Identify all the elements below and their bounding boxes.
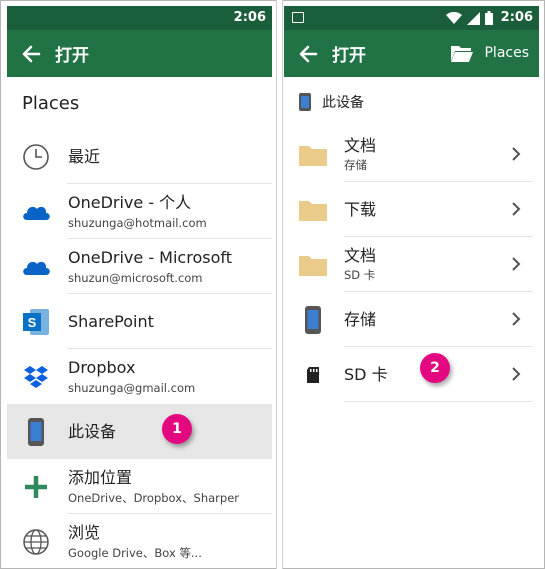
svg-text:S: S bbox=[28, 315, 37, 330]
folder-location: 存储 bbox=[344, 158, 367, 172]
battery-icon bbox=[485, 11, 493, 25]
device-heading: 此设备 bbox=[284, 77, 539, 127]
place-label: OneDrive - 个人 bbox=[68, 192, 192, 212]
place-account: shuzun@microsoft.com bbox=[68, 270, 203, 285]
phone-icon bbox=[299, 93, 311, 111]
storage-label: 存储 bbox=[344, 309, 377, 329]
folder-location: SD 卡 bbox=[344, 268, 376, 282]
app-bar: 打开 Places bbox=[284, 30, 539, 77]
panel-divider bbox=[276, 0, 283, 569]
left-screen: 2:06 打开 Places 最近 OneDrive - 个人 shuzunga… bbox=[7, 6, 272, 568]
place-item-onedrive-personal[interactable]: OneDrive - 个人 shuzunga@hotmail.com bbox=[7, 184, 272, 239]
globe-icon bbox=[21, 527, 51, 557]
place-label: 添加位置 bbox=[68, 467, 133, 487]
storage-item-sd-card[interactable]: SD 卡 2 bbox=[284, 347, 539, 402]
app-bar-title: 打开 bbox=[55, 46, 89, 66]
places-button[interactable]: Places bbox=[450, 43, 529, 63]
place-label: OneDrive - Microsoft bbox=[68, 247, 232, 267]
clock-icon bbox=[21, 142, 51, 172]
chevron-right-icon bbox=[512, 367, 521, 381]
device-heading-label: 此设备 bbox=[322, 95, 364, 111]
place-label: 最近 bbox=[68, 146, 101, 166]
place-item-onedrive-microsoft[interactable]: OneDrive - Microsoft shuzun@microsoft.co… bbox=[7, 239, 272, 294]
status-time: 2:06 bbox=[233, 10, 266, 25]
image-notification-icon bbox=[292, 12, 304, 23]
folder-item-documents-storage[interactable]: 文档 存储 bbox=[284, 127, 539, 182]
place-label: SharePoint bbox=[68, 311, 154, 331]
signal-icon bbox=[467, 11, 480, 25]
open-folder-icon bbox=[451, 46, 474, 62]
app-bar: 打开 bbox=[7, 30, 272, 77]
place-item-add-place[interactable]: 添加位置 OneDrive、Dropbox、Sharper bbox=[7, 459, 272, 514]
storage-item-internal[interactable]: 存储 bbox=[284, 292, 539, 347]
chevron-right-icon bbox=[512, 312, 521, 326]
phone-icon bbox=[21, 417, 51, 447]
folder-icon bbox=[298, 195, 328, 225]
place-label: Dropbox bbox=[68, 357, 136, 377]
place-item-dropbox[interactable]: Dropbox shuzunga@gmail.com bbox=[7, 349, 272, 404]
folder-label: 文档 bbox=[344, 246, 377, 265]
places-heading: Places bbox=[22, 93, 80, 114]
app-bar-title: 打开 bbox=[332, 46, 366, 66]
folder-label: 文档 bbox=[344, 136, 377, 155]
onedrive-icon bbox=[21, 197, 51, 227]
chevron-right-icon bbox=[512, 202, 521, 216]
place-label: 浏览 bbox=[68, 522, 101, 542]
folder-icon bbox=[298, 250, 328, 280]
place-account: shuzunga@gmail.com bbox=[68, 380, 196, 395]
place-description: Google Drive、Box 等... bbox=[68, 545, 202, 560]
place-item-sharepoint[interactable]: S SharePoint bbox=[7, 294, 272, 349]
folder-item-downloads[interactable]: 下载 bbox=[284, 182, 539, 237]
place-item-browse[interactable]: 浏览 Google Drive、Box 等... bbox=[7, 514, 272, 568]
row-divider bbox=[344, 401, 533, 402]
back-arrow-icon[interactable] bbox=[21, 44, 41, 64]
dropbox-icon bbox=[21, 362, 51, 392]
back-arrow-icon[interactable] bbox=[298, 44, 318, 64]
sd-card-icon bbox=[298, 360, 328, 390]
onedrive-icon bbox=[21, 252, 51, 282]
folder-label: 下载 bbox=[344, 199, 377, 219]
chevron-right-icon bbox=[512, 257, 521, 271]
chevron-right-icon bbox=[512, 147, 521, 161]
storage-label: SD 卡 bbox=[344, 364, 388, 384]
place-description: OneDrive、Dropbox、Sharper bbox=[68, 490, 239, 505]
place-label: 此设备 bbox=[68, 421, 117, 441]
add-icon bbox=[21, 472, 51, 502]
status-bar: 2:06 bbox=[7, 6, 272, 30]
place-item-recent[interactable]: 最近 bbox=[7, 129, 272, 184]
places-button-label: Places bbox=[484, 45, 529, 61]
wifi-icon bbox=[446, 11, 462, 24]
sharepoint-icon: S bbox=[21, 307, 51, 337]
step-badge: 2 bbox=[420, 353, 450, 383]
place-item-this-device[interactable]: 此设备 1 bbox=[7, 404, 272, 459]
folder-item-documents-sd[interactable]: 文档 SD 卡 bbox=[284, 237, 539, 292]
phone-icon bbox=[298, 305, 328, 335]
folder-icon bbox=[298, 140, 328, 170]
place-account: shuzunga@hotmail.com bbox=[68, 215, 207, 230]
right-screen: 2:06 打开 Places 此设备 文档 存储 下载 文档 SD 卡 存储 S… bbox=[284, 6, 539, 568]
step-badge: 1 bbox=[162, 414, 192, 444]
status-time: 2:06 bbox=[500, 10, 533, 25]
status-bar: 2:06 bbox=[284, 6, 539, 30]
